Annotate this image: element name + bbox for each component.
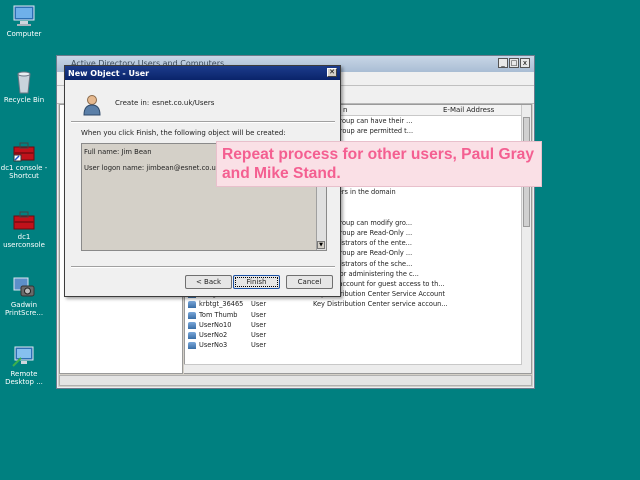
desktop-icon-remote-desktop[interactable]: Remote Desktop ... [0, 344, 48, 386]
maximize-button[interactable]: □ [509, 58, 519, 68]
toolbox-icon [11, 207, 37, 231]
create-in-label: Create in: [115, 99, 150, 107]
row-name: krbtgt_36465 [199, 300, 244, 309]
desktop-icon-label: dc1 console - Shortcut [0, 164, 48, 180]
dialog-title: New Object - User [68, 69, 150, 78]
desktop-icon-label: dc1 userconsole [3, 233, 45, 249]
user-object-icon [188, 301, 196, 309]
dialog-separator [71, 266, 335, 268]
table-row[interactable]: UserNo2 User [185, 330, 531, 340]
dialog-close-button[interactable]: ✕ [327, 68, 337, 77]
desktop-icon-label: Remote Desktop ... [5, 370, 43, 386]
summary-full-name: Full name: Jim Bean [84, 148, 152, 156]
row-type: User [251, 341, 267, 350]
finish-intro-text: When you click Finish, the following obj… [81, 129, 286, 137]
user-icon [81, 94, 103, 116]
row-name: UserNo10 [199, 320, 232, 329]
computer-icon [11, 4, 37, 28]
minimize-button[interactable]: _ [498, 58, 508, 68]
remote-desktop-icon [11, 344, 37, 368]
row-name: UserNo2 [199, 330, 228, 339]
desktop-icon-label: Recycle Bin [3, 96, 45, 104]
tutorial-callout: Repeat process for other users, Paul Gra… [216, 141, 542, 187]
desktop-icon-gadwin[interactable]: Gadwin PrintScre... [0, 275, 48, 317]
user-object-icon [188, 342, 196, 350]
table-row[interactable]: UserNo10 User [185, 320, 531, 330]
desktop-icon-dc1-userconsole[interactable]: dc1 userconsole [0, 207, 48, 249]
row-type: User [251, 300, 267, 309]
table-row[interactable]: Tom Thumb User [185, 310, 531, 320]
desktop-icon-recycle-bin[interactable]: Recycle Bin [0, 70, 48, 104]
user-object-icon [188, 311, 196, 319]
horizontal-scrollbar[interactable] [184, 364, 522, 373]
desktop-icon-label: Gadwin PrintScre... [4, 301, 44, 317]
summary-logon-name: User logon name: jimbean@esnet.co.uk [84, 164, 220, 172]
cancel-button[interactable]: Cancel [286, 275, 333, 289]
status-bar [59, 375, 532, 386]
camera-icon [11, 275, 37, 299]
user-object-icon [188, 321, 196, 329]
finish-button[interactable]: Finish [233, 275, 280, 289]
scroll-down-arrow-icon[interactable]: ▼ [317, 241, 325, 249]
dialog-titlebar[interactable]: New Object - User ✕ [65, 66, 340, 80]
recycle-bin-icon [11, 70, 37, 94]
row-name: Tom Thumb [199, 310, 238, 319]
user-object-icon [188, 331, 196, 339]
desktop-icon-label: Computer [6, 30, 42, 38]
column-header-name[interactable]: n [343, 106, 347, 114]
row-type: User [251, 320, 267, 329]
desktop-icon-computer[interactable]: Computer [0, 4, 48, 38]
table-row[interactable]: krbtgt_36465 User Key Distribution Center … [185, 299, 531, 309]
row-type: User [251, 310, 267, 319]
toolbox-shortcut-icon [11, 138, 37, 162]
column-header-email[interactable]: E-Mail Address [443, 106, 494, 114]
row-name: UserNo3 [199, 341, 228, 350]
create-in-path: esnet.co.uk/Users [152, 99, 215, 107]
table-row[interactable]: UserNo3 User [185, 340, 531, 350]
close-button[interactable]: x [520, 58, 530, 68]
back-button[interactable]: < Back [185, 275, 232, 289]
row-type: User [251, 330, 267, 339]
dialog-separator [71, 121, 335, 123]
row-description: Key Distribution Center service accoun..… [313, 300, 448, 309]
desktop-icon-dc1-console-shortcut[interactable]: dc1 console - Shortcut [0, 138, 48, 180]
